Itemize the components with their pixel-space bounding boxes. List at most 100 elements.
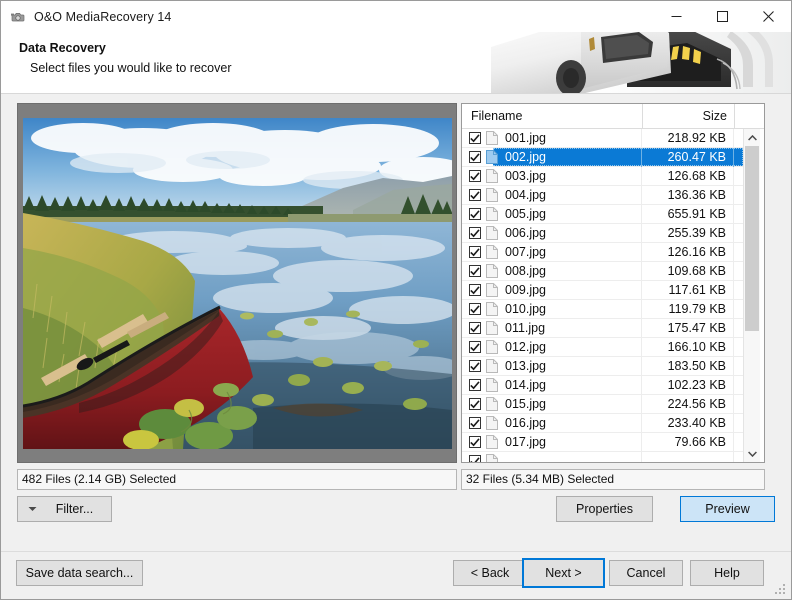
file-icon	[486, 454, 498, 462]
file-list-header: Filename Size	[462, 104, 764, 129]
file-list-scrollbar[interactable]	[743, 129, 760, 462]
file-checkbox[interactable]	[469, 246, 481, 258]
minimize-button[interactable]	[653, 1, 699, 32]
file-checkbox[interactable]	[469, 227, 481, 239]
file-checkbox[interactable]	[469, 341, 481, 353]
file-icon	[486, 435, 498, 449]
table-row[interactable]: 007.jpg126.16 KB	[462, 243, 743, 262]
file-list-body: 001.jpg218.92 KB002.jpg260.47 KB003.jpg1…	[462, 129, 764, 462]
row-pad	[733, 186, 743, 205]
table-row[interactable]: 004.jpg136.36 KB	[462, 186, 743, 205]
file-size: 260.47 KB	[641, 148, 733, 167]
file-size: 136.36 KB	[641, 186, 733, 205]
file-icon	[486, 150, 498, 164]
file-checkbox[interactable]	[469, 322, 481, 334]
filter-button[interactable]: Filter...	[17, 496, 112, 522]
row-pad	[733, 376, 743, 395]
file-icon	[486, 226, 498, 240]
table-row[interactable]: 012.jpg166.10 KB	[462, 338, 743, 357]
scroll-up-button[interactable]	[744, 129, 760, 146]
file-checkbox[interactable]	[469, 398, 481, 410]
status-left: 482 Files (2.14 GB) Selected	[17, 469, 457, 490]
file-checkbox[interactable]	[469, 379, 481, 391]
file-size: 117.61 KB	[641, 281, 733, 300]
table-row[interactable]: 011.jpg175.47 KB	[462, 319, 743, 338]
file-icon	[486, 397, 498, 411]
file-icon	[486, 302, 498, 316]
preview-button[interactable]: Preview	[680, 496, 775, 522]
next-button[interactable]: Next >	[522, 558, 605, 588]
column-header-pad	[734, 104, 764, 129]
file-checkbox[interactable]	[469, 360, 481, 372]
table-row[interactable]: 005.jpg655.91 KB	[462, 205, 743, 224]
save-data-search-button[interactable]: Save data search...	[16, 560, 143, 586]
column-header-filename[interactable]: Filename	[462, 109, 642, 123]
back-button[interactable]: < Back	[453, 560, 527, 586]
file-checkbox[interactable]	[469, 436, 481, 448]
main-content: Filename Size 001.jpg218.92 KB002.jpg260…	[1, 94, 791, 599]
maximize-button[interactable]	[699, 1, 745, 32]
cancel-button[interactable]: Cancel	[609, 560, 683, 586]
row-pad	[733, 433, 743, 452]
cancel-button-label: Cancel	[627, 566, 666, 580]
file-checkbox[interactable]	[469, 208, 481, 220]
file-checkbox[interactable]	[469, 284, 481, 296]
table-row[interactable]: 008.jpg109.68 KB	[462, 262, 743, 281]
file-name: 007.jpg	[505, 245, 641, 259]
row-pad	[733, 129, 743, 148]
table-row[interactable]: 009.jpg117.61 KB	[462, 281, 743, 300]
properties-button[interactable]: Properties	[556, 496, 653, 522]
table-row[interactable]: 015.jpg224.56 KB	[462, 395, 743, 414]
image-preview-pane[interactable]	[17, 103, 457, 463]
row-pad	[733, 357, 743, 376]
table-row[interactable]: 014.jpg102.23 KB	[462, 376, 743, 395]
file-size: 166.10 KB	[641, 338, 733, 357]
file-checkbox[interactable]	[469, 132, 481, 144]
file-icon	[486, 340, 498, 354]
file-icon	[486, 378, 498, 392]
file-checkbox[interactable]	[469, 303, 481, 315]
page-subtitle: Select files you would like to recover	[30, 61, 231, 75]
application-window: O&O MediaRecovery 14	[0, 0, 792, 600]
resize-grip-icon[interactable]	[775, 584, 787, 596]
help-button[interactable]: Help	[690, 560, 764, 586]
tool-button-row: Filter... Properties Preview	[17, 496, 775, 522]
scrollbar-thumb[interactable]	[745, 146, 759, 331]
table-row[interactable]: 001.jpg218.92 KB	[462, 129, 743, 148]
banner-graphic	[431, 32, 791, 94]
table-row-partial[interactable]	[462, 452, 743, 462]
table-row[interactable]: 017.jpg79.66 KB	[462, 433, 743, 452]
chevron-down-icon	[18, 506, 46, 512]
row-pad	[733, 395, 743, 414]
row-pad	[733, 224, 743, 243]
file-list-pane[interactable]: Filename Size 001.jpg218.92 KB002.jpg260…	[461, 103, 765, 463]
file-checkbox[interactable]	[469, 265, 481, 277]
file-checkbox[interactable]	[469, 151, 481, 163]
table-row[interactable]: 003.jpg126.68 KB	[462, 167, 743, 186]
row-pad	[733, 262, 743, 281]
file-name: 004.jpg	[505, 188, 641, 202]
file-checkbox[interactable]	[469, 170, 481, 182]
save-button-label: Save data search...	[26, 566, 134, 580]
table-row[interactable]: 010.jpg119.79 KB	[462, 300, 743, 319]
panels: Filename Size 001.jpg218.92 KB002.jpg260…	[17, 103, 775, 463]
footer-bar: Save data search... < Back Next > Cancel…	[1, 551, 791, 599]
column-header-size[interactable]: Size	[642, 104, 734, 129]
table-row[interactable]: 013.jpg183.50 KB	[462, 357, 743, 376]
close-button[interactable]	[745, 1, 791, 32]
row-pad	[733, 452, 743, 463]
maximize-icon	[717, 11, 728, 22]
file-name: 003.jpg	[505, 169, 641, 183]
table-row[interactable]: 002.jpg260.47 KB	[462, 148, 743, 167]
table-row[interactable]: 006.jpg255.39 KB	[462, 224, 743, 243]
scrollbar-track[interactable]	[744, 146, 760, 445]
table-row[interactable]: 016.jpg233.40 KB	[462, 414, 743, 433]
file-checkbox[interactable]	[469, 189, 481, 201]
back-button-label: < Back	[471, 566, 510, 580]
file-size	[641, 452, 733, 463]
file-icon	[486, 321, 498, 335]
file-name: 009.jpg	[505, 283, 641, 297]
scroll-down-button[interactable]	[744, 445, 760, 462]
file-checkbox[interactable]	[469, 455, 481, 462]
file-checkbox[interactable]	[469, 417, 481, 429]
